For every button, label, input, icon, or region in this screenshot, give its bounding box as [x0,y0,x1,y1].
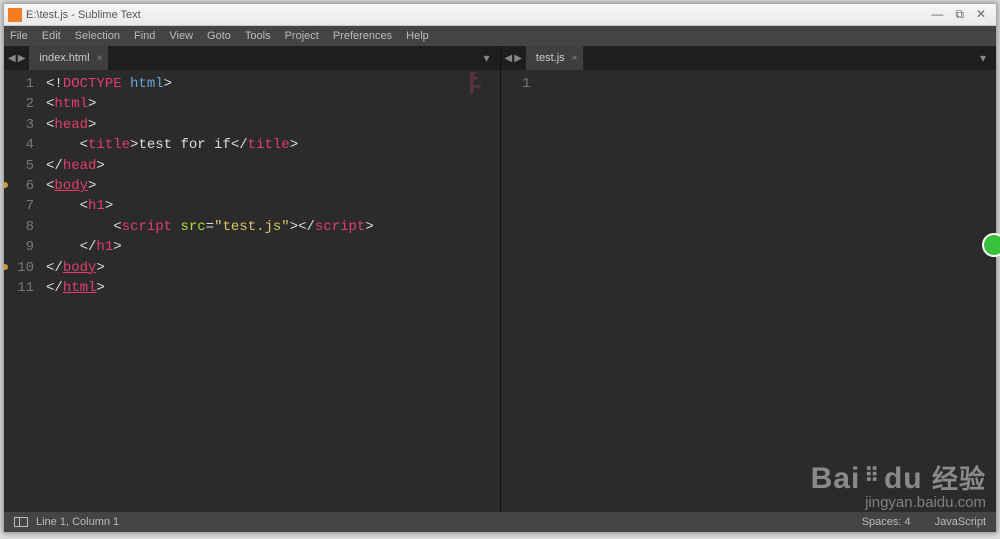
code-right[interactable] [539,70,997,512]
menu-project[interactable]: Project [285,30,319,42]
gutter-left: 1234567891011 [4,70,42,512]
menu-goto[interactable]: Goto [207,30,231,42]
status-position[interactable]: Line 1, Column 1 [36,516,119,528]
tab-label: index.html [39,52,89,64]
workspace: ◀▶ index.html × ▾ 1234567891011 <!DOCTYP… [4,46,996,512]
menu-preferences[interactable]: Preferences [333,30,392,42]
tab-index-html[interactable]: index.html × [29,46,108,70]
close-icon[interactable]: × [97,53,103,64]
menu-find[interactable]: Find [134,30,155,42]
status-indent[interactable]: Spaces: 4 [862,516,911,528]
menu-view[interactable]: View [169,30,193,42]
tabbar-right: ◀▶ test.js × ▾ [501,46,997,70]
menubar: File Edit Selection Find View Goto Tools… [4,26,996,46]
close-icon[interactable]: × [572,53,578,64]
menu-edit[interactable]: Edit [42,30,61,42]
tab-label: test.js [536,52,565,64]
editor-left[interactable]: 1234567891011 <!DOCTYPE html> <html> <he… [4,70,500,512]
editor-right[interactable]: 1 [501,70,997,512]
window-controls: — ⧉ ✕ [931,7,996,22]
panel-switch-icon[interactable] [14,517,28,527]
menu-tools[interactable]: Tools [245,30,271,42]
tab-nav-arrows[interactable]: ◀▶ [4,46,29,70]
gutter-right: 1 [501,70,539,512]
app-icon [8,8,22,22]
status-syntax[interactable]: JavaScript [935,516,986,528]
tab-nav-arrows[interactable]: ◀▶ [501,46,526,70]
side-badge [982,233,1000,257]
menu-file[interactable]: File [10,30,28,42]
menu-selection[interactable]: Selection [75,30,120,42]
app-window: E:\test.js - Sublime Text — ⧉ ✕ File Edi… [3,3,997,533]
minimize-button[interactable]: — [931,7,943,22]
menu-help[interactable]: Help [406,30,429,42]
minimap[interactable]: ████████████████████████████████████████… [470,72,496,112]
tab-test-js[interactable]: test.js × [526,46,584,70]
window-title: E:\test.js - Sublime Text [26,9,931,21]
tabbar-left: ◀▶ index.html × ▾ [4,46,500,70]
tabs-overflow-caret[interactable]: ▾ [970,46,996,70]
tabs-overflow-caret[interactable]: ▾ [473,46,499,70]
pane-left: ◀▶ index.html × ▾ 1234567891011 <!DOCTYP… [4,46,500,512]
code-left[interactable]: <!DOCTYPE html> <html> <head> <title>tes… [42,70,500,512]
maximize-button[interactable]: ⧉ [955,7,964,22]
close-button[interactable]: ✕ [976,7,986,22]
titlebar: E:\test.js - Sublime Text — ⧉ ✕ [4,4,996,26]
pane-right: ◀▶ test.js × ▾ 1 [500,46,997,512]
statusbar: Line 1, Column 1 Spaces: 4 JavaScript [4,512,996,532]
